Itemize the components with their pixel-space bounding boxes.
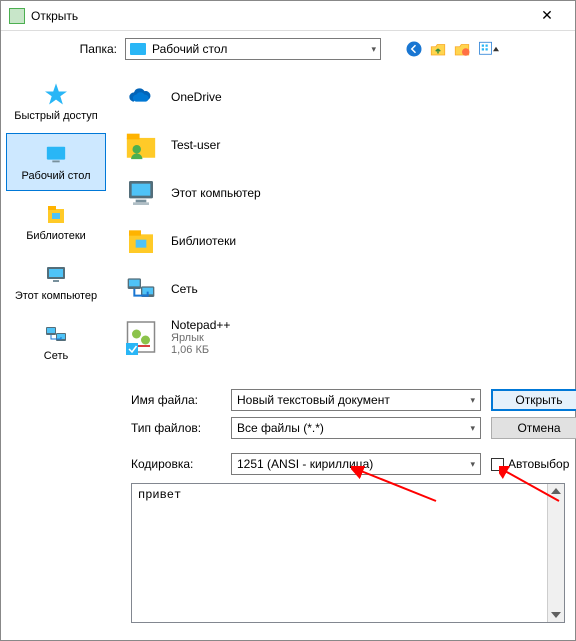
encoding-label: Кодировка: [131, 457, 221, 471]
desktop-icon [41, 142, 71, 168]
file-name: Библиотеки [171, 234, 236, 248]
computer-icon [121, 173, 161, 213]
file-item-user[interactable]: Test-user [115, 121, 571, 169]
preview-pane: привет [131, 483, 565, 623]
chevron-down-icon: ▾ [371, 44, 376, 55]
file-item-libraries[interactable]: Библиотеки [115, 217, 571, 265]
computer-icon [41, 262, 71, 288]
network-icon [121, 269, 161, 309]
chevron-down-icon: ▾ [470, 459, 475, 470]
new-folder-button[interactable] [453, 40, 471, 58]
place-desktop[interactable]: Рабочий стол [6, 133, 106, 191]
file-type: Ярлык [171, 332, 230, 344]
auto-label: Автовыбор [508, 457, 569, 471]
onedrive-icon [121, 77, 161, 117]
file-item-onedrive[interactable]: OneDrive [115, 73, 571, 121]
file-name: Test-user [171, 138, 220, 152]
place-libraries[interactable]: Библиотеки [6, 193, 106, 251]
cancel-button[interactable]: Отмена [491, 417, 576, 439]
libraries-icon [41, 202, 71, 228]
folder-select-value: Рабочий стол [152, 42, 371, 56]
places-bar: Быстрый доступ Рабочий стол Библиотеки Э… [1, 67, 111, 383]
form-area: Имя файла: Новый текстовый документ ▾ От… [1, 383, 575, 445]
open-button[interactable]: Открыть [491, 389, 576, 411]
filename-label: Имя файла: [131, 393, 221, 407]
scrollbar[interactable] [547, 484, 564, 622]
star-icon [41, 82, 71, 108]
network-icon [41, 322, 71, 348]
file-item-notepadpp[interactable]: Notepad++ Ярлык 1,06 КБ [115, 313, 571, 361]
views-button[interactable] [477, 40, 503, 58]
place-label: Этот компьютер [15, 290, 97, 302]
place-label: Библиотеки [26, 230, 86, 242]
encoding-value: 1251 (ANSI - кириллица) [237, 457, 470, 471]
folder-row: Папка: Рабочий стол ▾ [1, 31, 575, 67]
file-name: Сеть [171, 282, 198, 296]
file-item-this-pc[interactable]: Этот компьютер [115, 169, 571, 217]
place-label: Быстрый доступ [14, 110, 98, 122]
libraries-icon [121, 221, 161, 261]
encoding-select[interactable]: 1251 (ANSI - кириллица) ▾ [231, 453, 481, 475]
filetype-label: Тип файлов: [131, 421, 221, 435]
file-name: Этот компьютер [171, 186, 261, 200]
place-label: Рабочий стол [21, 170, 90, 182]
file-size: 1,06 КБ [171, 344, 230, 356]
toolbar [405, 40, 503, 58]
place-label: Сеть [44, 350, 68, 362]
filetype-value: Все файлы (*.*) [237, 421, 470, 435]
filename-combo[interactable]: Новый текстовый документ ▾ [231, 389, 481, 411]
file-name: OneDrive [171, 90, 222, 104]
user-folder-icon [121, 125, 161, 165]
place-network[interactable]: Сеть [6, 313, 106, 371]
folder-label: Папка: [71, 42, 117, 56]
main-area: Быстрый доступ Рабочий стол Библиотеки Э… [1, 67, 575, 383]
file-item-network[interactable]: Сеть [115, 265, 571, 313]
file-name: Notepad++ [171, 318, 230, 332]
auto-checkbox-wrap[interactable]: Автовыбор [491, 457, 576, 471]
filetype-select[interactable]: Все файлы (*.*) ▾ [231, 417, 481, 439]
auto-checkbox[interactable] [491, 458, 504, 471]
encoding-row: Кодировка: 1251 (ANSI - кириллица) ▾ Авт… [1, 445, 575, 479]
folder-select[interactable]: Рабочий стол ▾ [125, 38, 381, 60]
notepadpp-icon [121, 317, 161, 357]
window-title: Открыть [31, 9, 527, 23]
file-list[interactable]: OneDrive Test-user Этот компьютер Библио… [111, 67, 575, 383]
chevron-down-icon: ▾ [470, 423, 475, 434]
preview-text: привет [132, 484, 564, 506]
place-this-pc[interactable]: Этот компьютер [6, 253, 106, 311]
back-button[interactable] [405, 40, 423, 58]
app-icon [9, 8, 25, 24]
desktop-icon [130, 43, 146, 55]
close-button[interactable]: ✕ [527, 2, 567, 30]
titlebar: Открыть ✕ [1, 1, 575, 31]
filename-value: Новый текстовый документ [237, 393, 470, 407]
chevron-down-icon: ▾ [470, 395, 475, 406]
place-quick-access[interactable]: Быстрый доступ [6, 73, 106, 131]
up-button[interactable] [429, 40, 447, 58]
